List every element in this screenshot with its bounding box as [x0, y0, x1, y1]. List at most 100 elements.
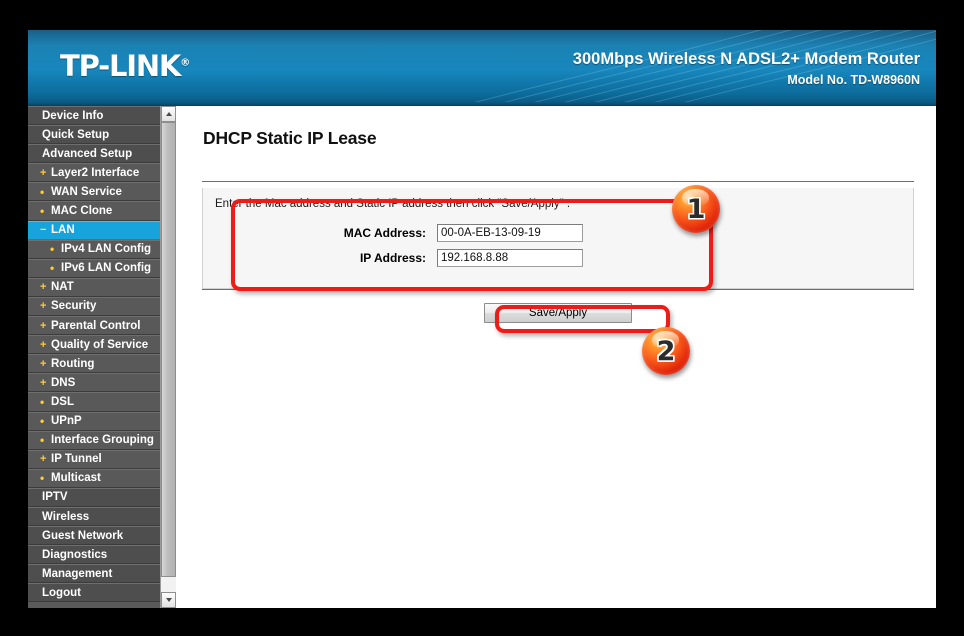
save-apply-button[interactable]: Save/Apply	[484, 303, 632, 323]
sidebar-item-label: DSL	[51, 395, 74, 408]
sidebar-item-label: Routing	[51, 357, 95, 370]
sidebar-item-ipv4-lan-config[interactable]: • IPv4 LAN Config	[28, 239, 176, 259]
expand-icon: +	[40, 319, 47, 332]
sidebar-item-ipv6-lan-config[interactable]: • IPv6 LAN Config	[28, 258, 176, 278]
sidebar-item-quality-of-service[interactable]: + Quality of Service	[28, 335, 176, 355]
bullet-icon: •	[40, 184, 45, 199]
sidebar-item-iptv[interactable]: IPTV	[28, 487, 176, 507]
sidebar-item-label: IP Tunnel	[51, 453, 102, 466]
model-number: Model No. TD-W8960N	[787, 73, 920, 87]
sidebar-item-security[interactable]: + Security	[28, 296, 176, 317]
divider-bottom	[202, 289, 914, 290]
ip-address-input[interactable]	[437, 249, 583, 267]
sidebar-item-label: Quality of Service	[51, 338, 149, 351]
expand-icon: +	[40, 338, 47, 351]
sidebar-scrollbar[interactable]	[160, 106, 176, 608]
button-row: Save/Apply	[202, 303, 914, 323]
scroll-down-button[interactable]	[161, 592, 176, 608]
ip-address-row: IP Address:	[215, 249, 901, 267]
mac-address-input[interactable]	[437, 224, 583, 242]
sidebar-item-label: IPTV	[42, 491, 68, 504]
sidebar-item-routing[interactable]: + Routing	[28, 354, 176, 374]
expand-icon: +	[40, 300, 47, 313]
chevron-up-icon	[165, 112, 172, 116]
scrollbar-track[interactable]	[161, 122, 176, 592]
sidebar-item-label: Management	[42, 567, 113, 580]
sidebar-menu: Device Info Quick Setup Advanced Setup + Lay…	[28, 106, 176, 608]
scrollbar-thumb[interactable]	[161, 122, 176, 577]
page-header: TP-LINK® 300Mbps Wireless N ADSL2+ Modem…	[28, 30, 936, 102]
router-admin-page: TP-LINK® 300Mbps Wireless N ADSL2+ Modem…	[28, 30, 936, 608]
page-title: DHCP Static IP Lease	[203, 128, 377, 148]
expand-icon: +	[40, 166, 47, 179]
sidebar-item-diagnostics[interactable]: Diagnostics	[28, 545, 176, 565]
annotation-badge-2: 2	[642, 327, 690, 375]
sidebar-item-upnp[interactable]: • UPnP	[28, 411, 176, 431]
expand-icon: +	[40, 357, 47, 370]
sidebar-item-dns[interactable]: + DNS	[28, 373, 176, 393]
bullet-icon: •	[40, 204, 45, 219]
sidebar-item-advanced-setup[interactable]: Advanced Setup	[28, 144, 176, 164]
scroll-up-button[interactable]	[161, 106, 176, 122]
static-lease-form-panel: Enter the Mac address and Static IP addr…	[202, 188, 914, 289]
sidebar-item-ip-tunnel[interactable]: + IP Tunnel	[28, 449, 176, 469]
sidebar-item-lan[interactable]: − LAN	[28, 220, 176, 240]
sidebar-item-label: Interface Grouping	[51, 434, 154, 447]
sidebar-item-label: DNS	[51, 376, 76, 389]
expand-icon: +	[40, 281, 47, 294]
sidebar-item-label: Security	[51, 300, 97, 313]
sidebar-item-label: LAN	[51, 224, 75, 237]
sidebar-item-label: Guest Network	[42, 529, 124, 542]
sidebar-item-dsl[interactable]: • DSL	[28, 392, 176, 412]
body-container: Device Info Quick Setup Advanced Setup + Lay…	[28, 106, 936, 608]
sidebar-item-label: WAN Service	[51, 185, 122, 198]
bullet-icon: •	[40, 433, 45, 448]
bullet-icon: •	[50, 261, 55, 276]
form-instructions: Enter the Mac address and Static IP addr…	[215, 198, 571, 210]
sidebar-item-layer2-interface[interactable]: + Layer2 Interface	[28, 163, 176, 183]
sidebar: Device Info Quick Setup Advanced Setup + Lay…	[28, 106, 176, 608]
sidebar-item-label: Layer2 Interface	[51, 166, 140, 179]
collapse-icon: −	[40, 224, 47, 237]
chevron-down-icon	[165, 598, 172, 602]
sidebar-item-guest-network[interactable]: Guest Network	[28, 526, 176, 546]
mac-address-label: MAC Address:	[343, 226, 426, 240]
sidebar-item-label: NAT	[51, 281, 74, 294]
ip-address-label: IP Address:	[359, 251, 426, 265]
sidebar-item-label: IPv4 LAN Config	[61, 243, 152, 256]
sidebar-item-label: Logout	[42, 586, 81, 599]
main-content: DHCP Static IP Lease Enter the Mac addre…	[176, 106, 936, 608]
product-info: 300Mbps Wireless N ADSL2+ Modem Router M…	[573, 50, 920, 87]
expand-icon: +	[40, 453, 47, 466]
sidebar-item-label: Wireless	[42, 510, 90, 523]
sidebar-item-nat[interactable]: + NAT	[28, 277, 176, 297]
mac-address-row: MAC Address:	[215, 224, 901, 242]
sidebar-item-wireless[interactable]: Wireless	[28, 506, 176, 527]
product-title: 300Mbps Wireless N ADSL2+ Modem Router	[572, 50, 920, 68]
divider-top	[202, 181, 914, 182]
sidebar-item-quick-setup[interactable]: Quick Setup	[28, 125, 176, 145]
bullet-icon: •	[40, 471, 45, 486]
sidebar-item-parental-control[interactable]: + Parental Control	[28, 316, 176, 336]
sidebar-item-label: IPv6 LAN Config	[61, 262, 152, 275]
tplink-logo: TP-LINK®	[60, 49, 190, 83]
annotation-badge-1-number: 1	[686, 193, 706, 225]
sidebar-item-interface-grouping[interactable]: • Interface Grouping	[28, 430, 176, 450]
expand-icon: +	[40, 376, 47, 389]
sidebar-item-multicast[interactable]: • Multicast	[28, 468, 176, 488]
sidebar-item-label: Diagnostics	[42, 548, 108, 561]
sidebar-item-mac-clone[interactable]: • MAC Clone	[28, 201, 176, 221]
annotation-badge-1: 1	[672, 185, 720, 233]
sidebar-item-device-info[interactable]: Device Info	[28, 106, 176, 126]
sidebar-item-label: Device Info	[42, 109, 104, 122]
bullet-icon: •	[40, 414, 45, 429]
bullet-icon: •	[40, 394, 45, 409]
annotation-badge-2-number: 2	[656, 335, 676, 367]
logo-registered-mark: ®	[180, 57, 191, 69]
sidebar-item-wan-service[interactable]: • WAN Service	[28, 182, 176, 202]
sidebar-item-label: Quick Setup	[42, 128, 110, 141]
sidebar-item-label: Parental Control	[51, 319, 141, 332]
sidebar-item-management[interactable]: Management	[28, 564, 176, 584]
sidebar-item-label: Advanced Setup	[42, 147, 133, 160]
sidebar-item-logout[interactable]: Logout	[28, 583, 176, 603]
